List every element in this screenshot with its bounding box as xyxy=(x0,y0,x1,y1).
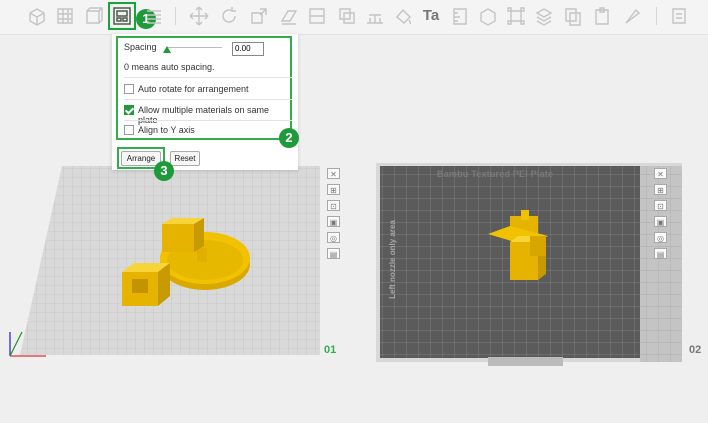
auto-arrange-plate-icon[interactable]: ⊞ xyxy=(654,184,667,195)
divider xyxy=(124,99,292,100)
auto-rotate-checkbox[interactable] xyxy=(124,84,134,94)
toolbar-divider xyxy=(656,7,657,25)
spacing-slider-track[interactable] xyxy=(166,47,222,48)
move-icon[interactable] xyxy=(188,5,210,27)
arrange-button[interactable]: Arrange xyxy=(121,151,161,166)
brush-icon[interactable] xyxy=(621,5,643,27)
orient-plate-icon[interactable]: ⊡ xyxy=(327,200,340,211)
plate-settings-icon[interactable]: ◎ xyxy=(654,232,667,243)
reset-button[interactable]: Reset xyxy=(170,151,200,166)
spacing-hint: 0 means auto spacing. xyxy=(124,62,215,72)
auto-rotate-label: Auto rotate for arrangement xyxy=(138,84,249,94)
align-y-label: Align to Y axis xyxy=(138,125,195,135)
assembly-icon[interactable] xyxy=(477,5,499,27)
multi-materials-checkbox[interactable] xyxy=(124,105,134,115)
copy-icon[interactable] xyxy=(562,5,584,27)
plate-edit-icon[interactable]: ▤ xyxy=(327,248,340,259)
nozzle-area-label: Left nozzle only area xyxy=(387,220,397,299)
divider xyxy=(124,77,292,78)
lay-on-face-icon[interactable] xyxy=(278,5,300,27)
plate-02[interactable] xyxy=(370,150,690,375)
delete-plate-icon[interactable]: ✕ xyxy=(654,168,667,179)
arrange-tool-button[interactable] xyxy=(108,2,136,30)
plate-settings-icon[interactable]: ◎ xyxy=(327,232,340,243)
toolbar-divider xyxy=(175,7,176,25)
orient-plate-icon[interactable]: ⊡ xyxy=(654,200,667,211)
spacing-slider-thumb[interactable] xyxy=(163,46,171,53)
multi-materials-label: Allow multiple materials on same plate xyxy=(138,105,270,125)
lock-plate-icon[interactable]: ▣ xyxy=(654,216,667,227)
split-icon[interactable] xyxy=(505,5,527,27)
toolbar: 1 Ta xyxy=(0,0,708,35)
paint-icon[interactable] xyxy=(392,5,414,27)
grid-icon[interactable] xyxy=(54,5,76,27)
plate-edit-icon[interactable]: ▤ xyxy=(654,248,667,259)
divider xyxy=(124,120,292,121)
lock-plate-icon[interactable]: ▣ xyxy=(327,216,340,227)
arrange-icon xyxy=(113,7,131,25)
orient-icon[interactable] xyxy=(82,5,104,27)
plate-02-number: 02 xyxy=(689,344,702,356)
paste-icon[interactable] xyxy=(591,5,613,27)
support-icon[interactable] xyxy=(364,5,386,27)
plate-01-number: 01 xyxy=(324,344,337,356)
scale-icon[interactable] xyxy=(248,5,270,27)
align-y-checkbox[interactable] xyxy=(124,125,134,135)
plate-title-label: Bambu Textured PEI Plate xyxy=(437,169,554,179)
auto-arrange-plate-icon[interactable]: ⊞ xyxy=(327,184,340,195)
measure-icon[interactable] xyxy=(449,5,471,27)
arrange-settings-highlight: Spacing 0 means auto spacing. Auto rotat… xyxy=(116,36,292,140)
list-icon[interactable] xyxy=(143,5,165,27)
layers-icon[interactable] xyxy=(533,5,555,27)
text-tool-icon[interactable]: Ta xyxy=(420,5,442,27)
spacing-label: Spacing xyxy=(124,42,157,52)
delete-plate-icon[interactable]: ✕ xyxy=(327,168,340,179)
spacing-input[interactable] xyxy=(232,42,264,56)
callout-3: 3 xyxy=(154,161,174,181)
add-part-icon[interactable] xyxy=(26,5,48,27)
plate-01[interactable] xyxy=(0,150,370,365)
cut-icon[interactable] xyxy=(306,5,328,27)
rotate-icon[interactable] xyxy=(218,5,240,27)
settings-icon[interactable] xyxy=(668,5,690,27)
callout-2: 2 xyxy=(279,128,299,148)
boolean-icon[interactable] xyxy=(336,5,358,27)
